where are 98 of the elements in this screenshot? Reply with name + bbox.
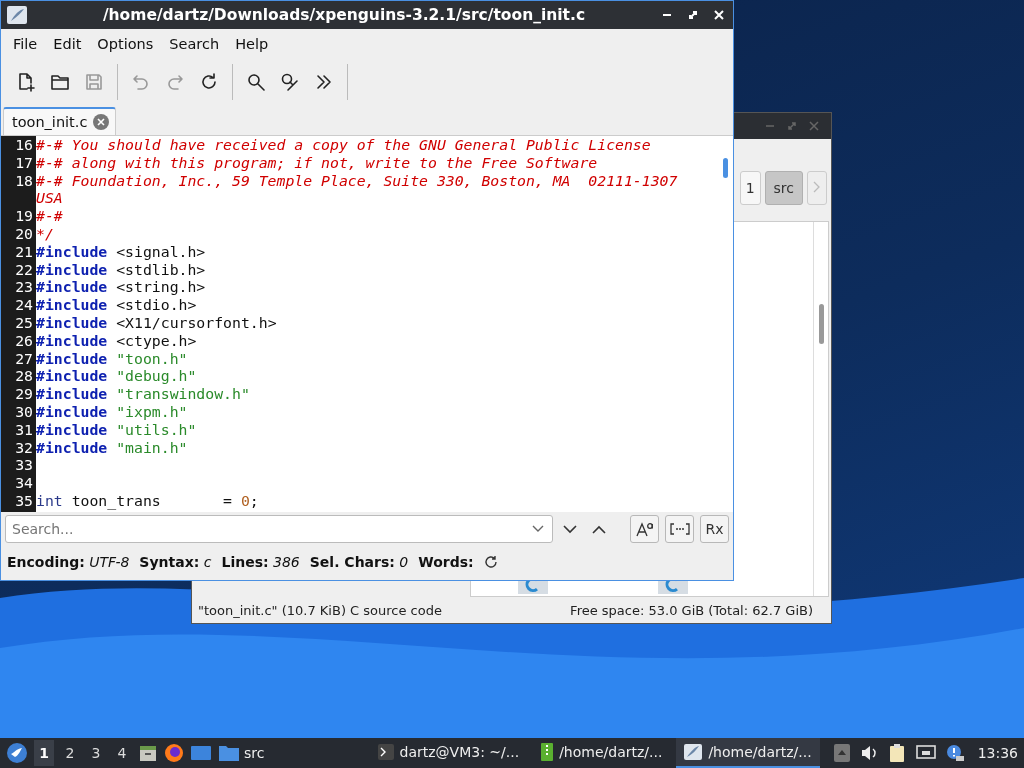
selection-info: "toon_init.c" (10.7 KiB) C source code xyxy=(198,602,442,618)
regex-toggle[interactable]: Rx xyxy=(700,515,729,543)
code-line: #-# Foundation, Inc., 59 Temple Place, Suite 330, Boston, MA 02111-1307 USA xyxy=(36,171,679,208)
line-number: 17 xyxy=(14,153,34,172)
menu-item[interactable]: Options xyxy=(89,32,162,56)
menu-item[interactable]: Help xyxy=(227,32,277,56)
terminal-icon xyxy=(377,744,394,760)
code-line: #include "toon.h" xyxy=(36,349,189,368)
code-line: #include "transwindow.h" xyxy=(36,385,251,403)
task-button[interactable]: dartz@VM3: ~/... xyxy=(369,738,528,768)
menu-item[interactable]: Edit xyxy=(45,32,90,56)
bird-logo-icon[interactable] xyxy=(6,742,28,764)
line-number: 34 xyxy=(14,474,34,492)
dropdown-caret-icon[interactable] xyxy=(532,525,544,533)
path-button[interactable]: src xyxy=(764,171,803,205)
code-line: #include "ixpm.h" xyxy=(36,402,189,421)
chevron-down-icon xyxy=(562,524,577,534)
clock: 13:36 xyxy=(977,745,1018,761)
refresh-icon[interactable] xyxy=(483,555,498,569)
line-number: 31 xyxy=(14,420,34,439)
task-button[interactable]: /home/dartz/... xyxy=(533,738,671,768)
code-line: #include <stdio.h> xyxy=(36,296,198,314)
line-number: 19 xyxy=(14,207,34,225)
code-line: #include <string.h> xyxy=(36,278,207,297)
line-number: 22 xyxy=(14,260,34,279)
reload-icon xyxy=(199,72,219,92)
undo-icon xyxy=(131,72,151,92)
folder-icon xyxy=(50,72,70,92)
code-line: #-# xyxy=(36,207,64,225)
line-number: 21 xyxy=(14,242,34,261)
line-number: 18 xyxy=(14,171,34,191)
code-line: #include <X11/cursorfont.h> xyxy=(36,313,278,332)
code-line: #include <ctype.h> xyxy=(36,331,198,350)
line-number: 26 xyxy=(14,331,34,350)
search-icon xyxy=(246,72,266,92)
chevron-up-icon xyxy=(592,524,607,534)
scrollbar-thumb[interactable] xyxy=(818,304,824,344)
code-line: #-# along with this program; if not, write to the Free Software xyxy=(36,153,599,172)
file-tab[interactable]: toon_init.c xyxy=(3,107,117,135)
workspace-button[interactable]: 2 xyxy=(60,740,80,766)
menu-item[interactable]: File xyxy=(5,32,46,56)
line-number: 32 xyxy=(14,438,34,457)
status-field: Lines: 386 xyxy=(221,554,300,570)
line-number: 24 xyxy=(14,296,34,314)
desktop-icon[interactable] xyxy=(190,744,212,762)
line-number: 27 xyxy=(14,349,34,368)
line-number: 28 xyxy=(14,367,34,386)
line-number: 33 xyxy=(14,456,34,475)
path-button[interactable]: 1 xyxy=(739,171,761,205)
line-number: 25 xyxy=(14,313,34,332)
speaker-icon[interactable] xyxy=(859,745,878,761)
line-number: 30 xyxy=(14,402,34,421)
browser-icon[interactable] xyxy=(164,743,184,763)
workspace-button[interactable]: 1 xyxy=(34,740,54,766)
new-file-icon xyxy=(16,72,36,92)
status-field: Words: xyxy=(418,554,474,570)
scrollbar-thumb[interactable] xyxy=(722,158,728,178)
code-line: #include <stdlib.h> xyxy=(36,260,207,279)
magnifier-pencil-icon xyxy=(280,72,300,92)
search-field[interactable]: Search... xyxy=(5,515,553,543)
file-cabinet-icon[interactable] xyxy=(138,743,158,763)
code-line: #-# You should have received a copy of the GNU General Public License xyxy=(36,136,652,154)
folder-launcher[interactable]: src xyxy=(218,744,265,762)
task-button[interactable]: /home/dartz/... xyxy=(676,738,820,768)
whole-word-icon xyxy=(669,523,690,535)
code-line: int toon_trans = 0; xyxy=(36,491,260,510)
double-chevron-icon xyxy=(314,72,334,92)
menu-item[interactable]: Search xyxy=(161,32,228,56)
workspace-button[interactable]: 4 xyxy=(112,740,132,766)
code-line: #include <signal.h> xyxy=(36,242,207,261)
code-line: #include "main.h" xyxy=(36,438,189,457)
maximize-icon[interactable] xyxy=(687,9,699,21)
archive-icon xyxy=(541,743,554,761)
feather-icon xyxy=(7,6,27,24)
status-field: Sel. Chars: 0 xyxy=(309,554,409,570)
whole-word-toggle[interactable] xyxy=(665,515,694,543)
feather-icon xyxy=(684,744,703,760)
code-line: */ xyxy=(36,225,55,243)
window-title: /home/dartz/Downloads/xpenguins-3.2.1/src/toon_init.c xyxy=(101,6,587,24)
line-number: 29 xyxy=(14,385,34,403)
line-number: 16 xyxy=(14,136,34,154)
match-case-toggle[interactable] xyxy=(630,515,659,543)
notification-icon[interactable] xyxy=(945,744,964,762)
network-icon[interactable] xyxy=(915,745,936,761)
status-field: Encoding: UTF-8 xyxy=(7,554,130,570)
line-number: 23 xyxy=(14,278,34,297)
code-line: #include "debug.h" xyxy=(36,367,198,386)
clipboard-icon[interactable] xyxy=(887,743,906,763)
workspace-button[interactable]: 3 xyxy=(86,740,106,766)
folder-icon xyxy=(218,744,240,762)
line-number: 35 xyxy=(14,491,34,510)
code-line: #include "utils.h" xyxy=(36,420,198,439)
status-field: Syntax: c xyxy=(139,554,212,570)
free-space-info: Free space: 53.0 GiB (Total: 62.7 GiB) xyxy=(570,602,813,618)
line-number: 20 xyxy=(14,225,34,243)
redo-icon xyxy=(165,72,185,92)
chevron-right-icon xyxy=(813,181,821,193)
match-case-icon xyxy=(635,521,654,537)
